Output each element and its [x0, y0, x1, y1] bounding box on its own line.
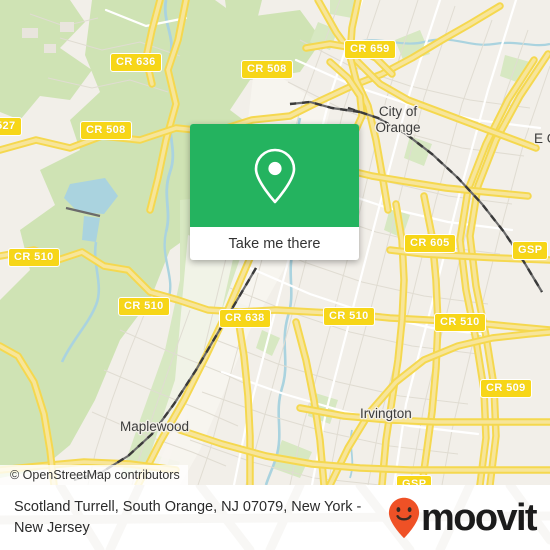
shield-cr-510-right: CR 510	[434, 313, 486, 332]
place-label-maplewood: Maplewood	[120, 419, 190, 434]
shield-cr-605: CR 605	[404, 234, 456, 253]
moovit-pin-icon	[388, 497, 420, 538]
place-label-east-orange-clipped: E Or	[534, 131, 550, 146]
map-canvas[interactable]: .park { fill:#cfe3b4; } .park2 { fill:#d…	[0, 0, 550, 485]
shield-cr-508-left: CR 508	[80, 121, 132, 140]
moovit-wordmark: moovit	[421, 496, 538, 539]
map-pin-icon	[254, 148, 295, 203]
footer-content: Scotland Turrell, South Orange, NJ 07079…	[0, 485, 550, 550]
shield-cr-659: CR 659	[344, 40, 396, 59]
place-label-city-of-orange: City of Orange	[362, 104, 434, 136]
shield-cr-636: CR 636	[110, 53, 162, 72]
popup-image-placeholder	[190, 124, 359, 227]
location-popup-card[interactable]: Take me there	[190, 124, 359, 260]
shield-cr-510-left: CR 510	[8, 248, 60, 267]
shield-gsp-bottom: GSP	[396, 475, 433, 485]
shield-cr-638: CR 638	[219, 309, 271, 328]
take-me-there-button[interactable]: Take me there	[190, 227, 359, 260]
moovit-map-page: .park { fill:#cfe3b4; } .park2 { fill:#d…	[0, 0, 550, 550]
shield-gsp-right: GSP	[512, 241, 549, 260]
place-label-irvington: Irvington	[360, 406, 412, 421]
shield-cr-508-top: CR 508	[241, 60, 293, 79]
location-title: Scotland Turrell, South Orange, NJ 07079…	[14, 498, 362, 536]
shield-cr-509: CR 509	[480, 379, 532, 398]
shield-cr-510-center: CR 510	[323, 307, 375, 326]
shield-527-clipped: 527	[0, 117, 22, 136]
place-label-city-of-orange-text: City of Orange	[375, 104, 421, 135]
footer-bar: Scotland Turrell, South Orange, NJ 07079…	[0, 485, 550, 550]
osm-attribution[interactable]: © OpenStreetMap contributors	[0, 465, 188, 485]
moovit-logo[interactable]: moovit	[388, 497, 542, 539]
shield-cr-510-mid-left: CR 510	[118, 297, 170, 316]
